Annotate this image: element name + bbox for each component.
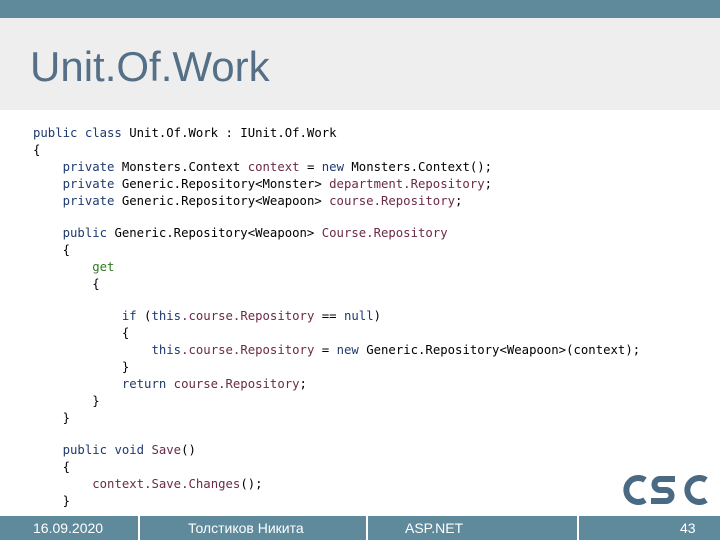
code-type: Monsters.Context [114, 160, 241, 174]
csc-logo-letter-c2 [684, 475, 708, 505]
code-text: ) [373, 309, 382, 323]
code-line: { [33, 325, 640, 342]
code-text: } [121, 360, 130, 374]
code-text: { [62, 243, 71, 257]
code-type: Generic.Repository<Weapoon> [114, 194, 322, 208]
csc-logo [623, 475, 708, 505]
code-text: } [62, 494, 71, 508]
csc-logo-letter-s [651, 476, 675, 504]
code-text: ( [136, 309, 152, 323]
code-member: department.Repository [321, 177, 485, 191]
code-block: public class Unit.Of.Work : IUnit.Of.Wor… [33, 125, 640, 510]
code-member: .course.Repository [181, 343, 315, 357]
code-text: Monsters.Context(); [343, 160, 493, 174]
code-keyword: return [121, 377, 167, 391]
code-text: { [33, 143, 41, 157]
code-text: { [92, 277, 100, 291]
code-member: .course.Repository [181, 309, 315, 323]
code-keyword: public void [62, 443, 145, 457]
footer-course: ASP.NET [405, 520, 464, 536]
code-line: get [33, 259, 640, 276]
code-line: private Generic.Repository<Weapoon> cour… [33, 193, 640, 210]
footer-date: 16.09.2020 [33, 520, 104, 536]
code-line: return course.Repository; [33, 376, 640, 393]
code-line: private Monsters.Context context = new M… [33, 159, 640, 176]
code-line: { [33, 459, 640, 476]
code-keyword: null [343, 309, 374, 323]
code-keyword: private [62, 194, 115, 208]
code-line: } [33, 359, 640, 376]
code-keyword: private [62, 160, 115, 174]
code-line: { [33, 142, 640, 159]
code-keyword: public class [33, 126, 122, 140]
code-accessor: get [92, 260, 115, 274]
code-text: { [121, 326, 130, 340]
code-line: } [33, 410, 640, 427]
code-type: Generic.Repository<Weapoon> [107, 226, 315, 240]
code-operator: = [314, 343, 337, 357]
code-keyword: new [336, 343, 359, 357]
code-line: public void Save() [33, 442, 640, 459]
code-member: Course.Repository [314, 226, 448, 240]
code-text: ; [455, 194, 463, 208]
top-accent-bar [0, 0, 720, 18]
code-line: this.course.Repository = new Generic.Rep… [33, 342, 640, 359]
code-text: () [181, 443, 196, 457]
code-member: course.Repository [166, 377, 300, 391]
code-line: if (this.course.Repository == null) [33, 308, 640, 325]
code-text: Generic.Repository<Weapoon>(context); [358, 343, 641, 357]
code-line: context.Save.Changes(); [33, 476, 640, 493]
code-text: ; [299, 377, 307, 391]
code-line: public Generic.Repository<Weapoon> Cours… [33, 225, 640, 242]
csc-logo-letter-c1 [623, 475, 647, 505]
code-operator: == [314, 309, 344, 323]
slide-title: Unit.Of.Work [30, 43, 270, 90]
code-line: public class Unit.Of.Work : IUnit.Of.Wor… [33, 125, 640, 142]
code-keyword: this [151, 309, 182, 323]
footer-divider [366, 516, 368, 540]
code-object: context [92, 477, 145, 491]
footer-author: Толстиков Никита [188, 520, 304, 536]
code-line: { [33, 242, 640, 259]
code-text: } [92, 394, 100, 408]
code-type: Generic.Repository<Monster> [114, 177, 322, 191]
code-member: .Save.Changes [144, 477, 241, 491]
code-keyword: public [62, 226, 108, 240]
code-member: course.Repository [321, 194, 456, 208]
code-text: { [62, 460, 71, 474]
code-text: ; [484, 177, 493, 191]
code-member: context [240, 160, 300, 174]
code-keyword: private [62, 177, 115, 191]
code-text: (); [240, 477, 263, 491]
page-number: 43 [680, 520, 696, 536]
code-keyword: this [151, 343, 182, 357]
code-text: } [62, 411, 71, 425]
footer-divider [138, 516, 140, 540]
code-keyword: if [121, 309, 137, 323]
code-member: Save [144, 443, 182, 457]
footer-bar: 16.09.2020 Толстиков Никита ASP.NET 43 [0, 516, 720, 540]
code-line: } [33, 393, 640, 410]
code-text: Unit.Of.Work : IUnit.Of.Work [121, 126, 337, 140]
code-keyword: new [321, 160, 344, 174]
code-line: { [33, 276, 640, 293]
footer-divider [577, 516, 579, 540]
code-operator: = [299, 160, 322, 174]
code-line: private Generic.Repository<Monster> depa… [33, 176, 640, 193]
code-line: } [33, 493, 640, 510]
